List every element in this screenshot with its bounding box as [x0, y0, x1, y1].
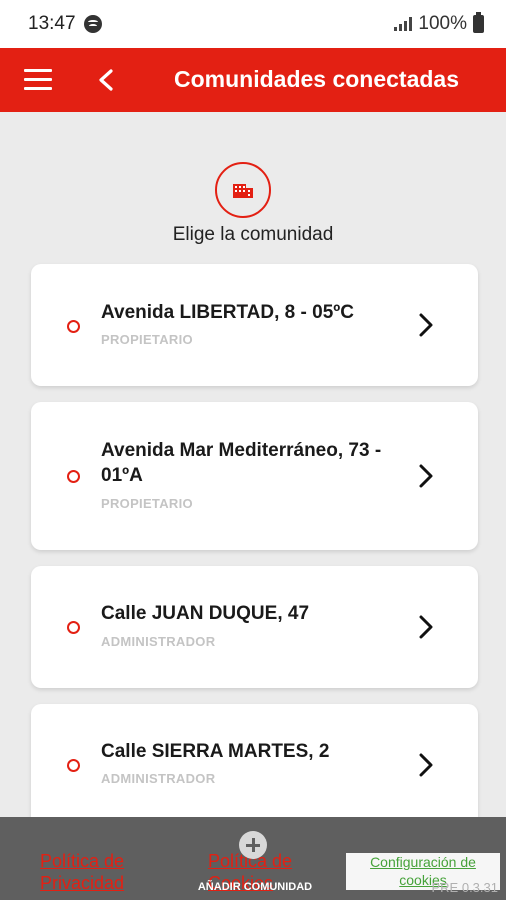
chevron-right-icon: [419, 464, 433, 488]
community-card[interactable]: Avenida Mar Mediterráneo, 73 - 01ºA PROP…: [31, 402, 478, 550]
hamburger-icon[interactable]: [24, 69, 52, 91]
spotify-icon: [83, 15, 102, 33]
community-address: Avenida Mar Mediterráneo, 73 - 01ºA: [101, 440, 382, 486]
add-community-button[interactable]: AÑADIR COMUNIDAD: [190, 826, 320, 894]
community-address: Calle SIERRA MARTES, 2: [101, 741, 330, 762]
chevron-right-icon: [419, 615, 433, 639]
community-address: Avenida LIBERTAD, 8 - 05ºC: [101, 302, 354, 323]
status-right: 100%: [394, 12, 484, 35]
battery-percent: 100%: [418, 13, 467, 34]
status-dot-icon: [67, 470, 80, 483]
community-address: Calle JUAN DUQUE, 47: [101, 603, 310, 624]
choose-community-label: Elige la comunidad: [172, 224, 334, 245]
community-role: ADMINISTRADOR: [101, 634, 216, 649]
status-left: 13:47: [28, 13, 102, 35]
status-dot-icon: [67, 621, 80, 634]
status-dot-icon: [67, 320, 80, 333]
building-icon: [233, 184, 253, 198]
community-role: PROPIETARIO: [101, 332, 193, 347]
status-dot-icon: [67, 759, 80, 772]
app-bar: Comunidades conectadas: [0, 48, 506, 112]
signal-icon: [394, 17, 413, 31]
page-title: Comunidades conectadas: [174, 66, 460, 92]
community-card[interactable]: Calle JUAN DUQUE, 47 ADMINISTRADOR: [31, 566, 478, 688]
status-time: 13:47: [28, 13, 76, 34]
community-role: PROPIETARIO: [101, 496, 193, 511]
community-card[interactable]: Avenida LIBERTAD, 8 - 05ºC PROPIETARIO: [31, 264, 478, 386]
version-label: PRE 0.3.31: [431, 880, 499, 895]
chevron-right-icon: [419, 753, 433, 777]
chevron-right-icon: [419, 313, 433, 337]
status-bar: 13:47 100%: [0, 0, 506, 48]
add-circle-icon: [239, 831, 267, 859]
community-role: ADMINISTRADOR: [101, 771, 216, 786]
back-icon[interactable]: [96, 68, 118, 92]
building-badge: [215, 162, 271, 218]
add-community-label: AÑADIR COMUNIDAD: [197, 881, 313, 893]
battery-icon: [473, 12, 484, 33]
privacy-policy-link[interactable]: Política de Privacidad: [40, 850, 150, 894]
